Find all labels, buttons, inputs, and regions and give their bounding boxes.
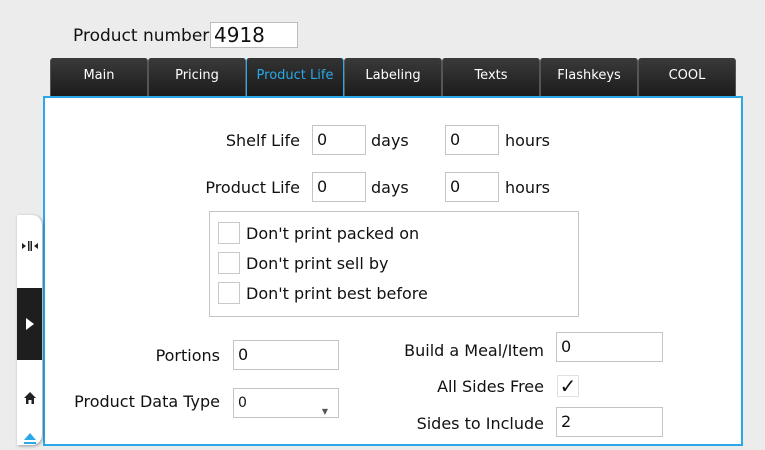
shelf-life-days-unit: days	[371, 131, 409, 150]
dont-print-packed-on-checkbox[interactable]	[218, 222, 240, 244]
product-data-type-value: 0	[238, 395, 247, 411]
play-icon[interactable]	[17, 316, 42, 336]
product-number-field[interactable]: 4918	[210, 22, 298, 48]
home-icon[interactable]	[17, 390, 42, 410]
shelf-life-days-input[interactable]: 0	[312, 125, 366, 155]
dont-print-sell-by-label: Don't print sell by	[246, 254, 389, 273]
product-life-hours-input[interactable]: 0	[445, 172, 499, 202]
shelf-life-label: Shelf Life	[225, 131, 300, 150]
tab-flashkeys[interactable]: Flashkeys	[540, 58, 638, 96]
tab-texts[interactable]: Texts	[442, 58, 540, 96]
build-a-meal-label: Build a Meal/Item	[404, 341, 544, 360]
build-a-meal-input[interactable]: 0	[556, 332, 663, 362]
sides-to-include-input[interactable]: 2	[556, 407, 663, 437]
dropdown-arrow-icon: ▼	[321, 407, 328, 416]
dont-print-best-before-checkbox[interactable]	[218, 282, 240, 304]
shelf-life-hours-unit: hours	[505, 131, 550, 150]
tab-cool[interactable]: COOL	[638, 58, 736, 96]
eject-icon[interactable]	[17, 430, 42, 446]
dont-print-packed-on-label: Don't print packed on	[246, 224, 420, 243]
tab-labeling[interactable]: Labeling	[344, 58, 442, 96]
portions-label: Portions	[155, 346, 220, 365]
product-number-label: Product number	[73, 26, 210, 46]
tab-main[interactable]: Main	[50, 58, 148, 96]
product-life-label: Product Life	[205, 178, 300, 197]
product-life-days-unit: days	[371, 178, 409, 197]
product-life-hours-unit: hours	[505, 178, 550, 197]
tab-product-life[interactable]: Product Life	[246, 58, 344, 96]
product-data-type-select[interactable]: 0 ▼	[233, 388, 339, 418]
product-data-type-label: Product Data Type	[74, 392, 220, 411]
tab-pricing[interactable]: Pricing	[148, 58, 246, 96]
dont-print-sell-by-checkbox[interactable]	[218, 252, 240, 274]
collapse-arrows-icon[interactable]	[17, 238, 42, 260]
all-sides-free-checkbox[interactable]: ✓	[557, 375, 579, 397]
sides-to-include-label: Sides to Include	[416, 414, 544, 433]
dont-print-best-before-label: Don't print best before	[246, 284, 428, 303]
all-sides-free-label: All Sides Free	[437, 377, 544, 396]
product-life-days-input[interactable]: 0	[312, 172, 366, 202]
shelf-life-hours-input[interactable]: 0	[445, 125, 499, 155]
portions-input[interactable]: 0	[233, 340, 339, 370]
